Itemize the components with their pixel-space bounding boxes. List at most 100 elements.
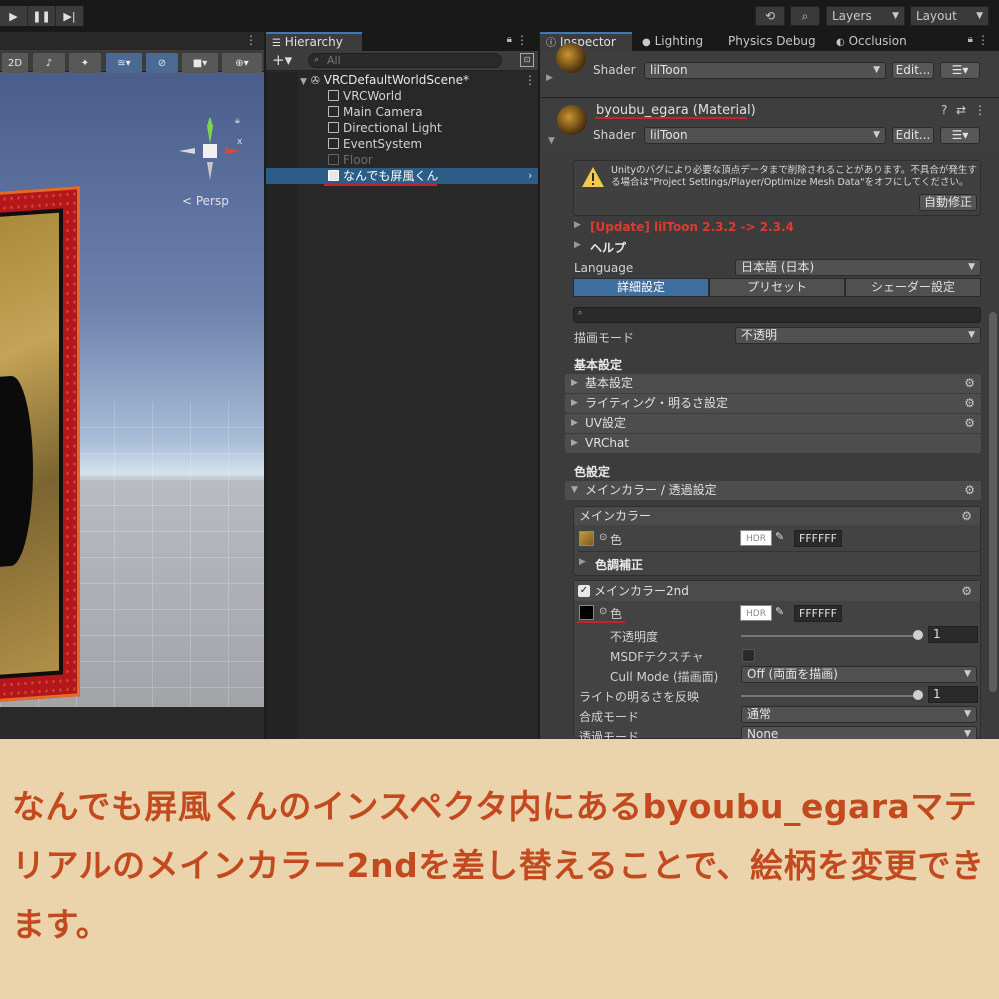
gear-icon[interactable]: ⚙: [961, 581, 972, 601]
opacity-slider-handle[interactable]: [913, 630, 923, 640]
effects-toggle-button[interactable]: ✦: [69, 53, 101, 73]
section-basic-settings[interactable]: ▶ 基本設定 ⚙: [565, 374, 981, 393]
section-main-color[interactable]: ▼ メインカラー / 透過設定 ⚙: [565, 481, 981, 500]
camera-settings-button[interactable]: ■▾: [182, 53, 218, 73]
tab-physics-debug[interactable]: Physics Debug: [722, 32, 828, 51]
shader-dropdown[interactable]: lilToon ▼: [644, 62, 886, 79]
panel-menu-icon[interactable]: ⋮: [977, 33, 989, 47]
shader-edit-button[interactable]: Edit...: [892, 127, 934, 144]
hierarchy-item[interactable]: Main Camera: [266, 104, 538, 120]
hierarchy-item[interactable]: Directional Light: [266, 120, 538, 136]
lock-icon[interactable]: 🔒︎: [507, 34, 512, 45]
chevron-right-icon[interactable]: ›: [528, 168, 532, 184]
add-object-button[interactable]: +▾: [272, 51, 292, 69]
gear-icon[interactable]: ⚙: [964, 414, 975, 433]
foldout-arrow-icon[interactable]: ▶: [574, 220, 581, 230]
gear-icon[interactable]: ⚙: [964, 394, 975, 413]
light-reflect-input[interactable]: 1: [928, 686, 978, 703]
msdf-checkbox[interactable]: [742, 649, 755, 662]
orientation-gizmo[interactable]: x: [175, 118, 245, 188]
byoubu-screen-object[interactable]: [0, 186, 80, 704]
object-picker-icon[interactable]: ⊙: [599, 606, 607, 617]
pause-button[interactable]: ❚❚: [28, 6, 56, 26]
history-button[interactable]: ⟲: [755, 6, 785, 26]
hierarchy-item-disabled[interactable]: Floor: [266, 152, 538, 168]
lock-icon[interactable]: 🔒︎: [235, 116, 240, 126]
tab-lighting[interactable]: ● Lighting: [636, 32, 722, 51]
shader-edit-button[interactable]: Edit...: [892, 62, 934, 79]
tab-shader-settings[interactable]: シェーダー設定: [845, 278, 981, 297]
gear-icon[interactable]: ⚙: [964, 481, 975, 500]
tab-advanced-settings[interactable]: 詳細設定: [573, 278, 709, 297]
panel-menu-icon[interactable]: ⋮: [516, 33, 528, 47]
section-uv[interactable]: ▶ UV設定 ⚙: [565, 414, 981, 433]
tab-inspector[interactable]: ⓘ Inspector: [540, 32, 632, 51]
row-menu-icon[interactable]: ⋮: [524, 72, 536, 88]
play-button[interactable]: ▶: [0, 6, 28, 26]
main-color-2nd-title: メインカラー2nd: [594, 584, 689, 598]
auto-fix-button[interactable]: 自動修正: [919, 194, 977, 211]
hierarchy-item-selected[interactable]: なんでも屏風くん ›: [266, 168, 538, 184]
property-search-input[interactable]: ⌕: [573, 307, 981, 323]
scene-visibility-button[interactable]: ≋▾: [106, 53, 142, 73]
blend-mode-dropdown[interactable]: 通常 ▼: [741, 706, 977, 723]
render-mode-dropdown[interactable]: 不透明 ▼: [735, 327, 981, 344]
layers-dropdown[interactable]: Layers ▼: [826, 6, 905, 26]
inspector-scrollbar[interactable]: [989, 312, 997, 692]
scene-menu-icon[interactable]: ⋮: [245, 33, 257, 47]
inspector-panel: ⓘ Inspector ● Lighting Physics Debug ◐ O…: [540, 32, 999, 739]
foldout-arrow-icon[interactable]: ▶: [579, 557, 586, 567]
gizmos-button[interactable]: ⊕▾: [222, 53, 262, 73]
foldout-arrow-icon[interactable]: ▶: [574, 240, 581, 250]
light-reflect-slider-handle[interactable]: [913, 690, 923, 700]
step-button[interactable]: ▶|: [56, 6, 84, 26]
section-vrchat[interactable]: ▶ VRChat: [565, 434, 981, 453]
main-texture-thumbnail[interactable]: [579, 531, 594, 546]
gear-icon[interactable]: ⚙: [961, 507, 972, 525]
tab-occlusion[interactable]: ◐ Occlusion: [830, 32, 920, 51]
gear-icon[interactable]: ⚙: [964, 374, 975, 393]
search-button[interactable]: ⌕: [790, 6, 820, 26]
eyedropper-icon[interactable]: ✎: [775, 530, 784, 543]
opacity-slider[interactable]: [741, 635, 919, 637]
light-reflect-slider[interactable]: [741, 695, 919, 697]
hierarchy-search-input[interactable]: ⌕ All: [308, 53, 502, 68]
main2-texture-thumbnail[interactable]: [579, 605, 594, 620]
transparent-mode-dropdown[interactable]: None ▼: [741, 726, 977, 739]
section-lighting[interactable]: ▶ ライティング・明るさ設定 ⚙: [565, 394, 981, 413]
hex-color-input[interactable]: FFFFFF: [794, 530, 842, 547]
help-icon[interactable]: ?: [941, 103, 947, 117]
hidden-objects-button[interactable]: ⊘: [146, 53, 178, 73]
scene-root-row[interactable]: ▼ ✇ VRCDefaultWorldScene* ⋮: [266, 72, 538, 88]
scene-view[interactable]: 2D ♪ ✦ ≋▾ ⊘ ■▾ ⊕▾ ⋮ x 🔒︎ < Persp: [0, 32, 264, 739]
main-color-2nd-checkbox[interactable]: ✓: [578, 585, 590, 597]
cull-mode-dropdown[interactable]: Off (両面を描画) ▼: [741, 666, 977, 683]
tab-hierarchy[interactable]: ☰ Hierarchy: [266, 32, 362, 51]
preset-icon[interactable]: ⇄: [956, 103, 966, 117]
hierarchy-item[interactable]: VRCWorld: [266, 88, 538, 104]
help-foldout[interactable]: ヘルプ: [590, 239, 626, 256]
hex-color-input[interactable]: FFFFFF: [794, 605, 842, 622]
opacity-input[interactable]: 1: [928, 626, 978, 643]
shader-options-button[interactable]: ☰▾: [940, 62, 980, 79]
hdr-color-field[interactable]: HDR: [740, 605, 772, 621]
shader-dropdown[interactable]: lilToon ▼: [644, 127, 886, 144]
shader-options-button[interactable]: ☰▾: [940, 127, 980, 144]
foldout-arrow-icon[interactable]: ▶: [546, 73, 553, 83]
layout-dropdown[interactable]: Layout ▼: [910, 6, 989, 26]
lock-icon[interactable]: 🔒︎: [968, 34, 973, 45]
component-menu-icon[interactable]: ⋮: [974, 103, 986, 117]
foldout-arrow-icon[interactable]: ▼: [548, 136, 555, 146]
scene-visibility-icon[interactable]: ⊡: [520, 53, 534, 67]
object-picker-icon[interactable]: ⊙: [599, 532, 607, 543]
tab-presets[interactable]: プリセット: [709, 278, 845, 297]
color-correction-foldout[interactable]: 色調補正: [595, 556, 643, 573]
update-notice-link[interactable]: [Update] lilToon 2.3.2 -> 2.3.4: [590, 220, 794, 234]
language-dropdown[interactable]: 日本語 (日本) ▼: [735, 259, 981, 276]
hierarchy-item[interactable]: EventSystem: [266, 136, 538, 152]
audio-toggle-button[interactable]: ♪: [33, 53, 65, 73]
toggle-2d-button[interactable]: 2D: [2, 53, 28, 73]
hdr-color-field[interactable]: HDR: [740, 530, 772, 546]
persp-label[interactable]: < Persp: [182, 194, 229, 208]
eyedropper-icon[interactable]: ✎: [775, 605, 784, 618]
